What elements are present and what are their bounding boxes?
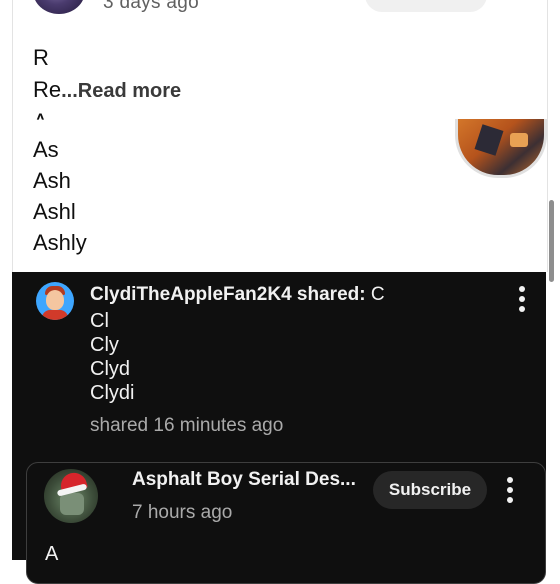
kebab-dot — [519, 286, 525, 292]
sharer-name[interactable]: ClydiTheAppleFan2K4 — [90, 284, 292, 305]
shared-label: shared: — [291, 284, 371, 305]
original-post-time: 7 hours ago — [132, 502, 233, 523]
shared-line: Cl — [90, 310, 109, 332]
shared-line: Cly — [90, 334, 119, 356]
subscribe-button[interactable]: Subscribe — [373, 471, 487, 509]
post-line: Ashly — [33, 230, 87, 255]
shared-post-card: ClydiTheAppleFan2K4 shared: C Cl Cly Cly… — [12, 272, 546, 584]
shared-time: shared 16 minutes ago — [90, 415, 284, 436]
shared-header: ClydiTheAppleFan2K4 shared: C — [90, 284, 385, 306]
more-vert-icon[interactable] — [506, 477, 514, 503]
post-line: Ash — [33, 168, 71, 193]
top-post-avatar[interactable] — [33, 0, 85, 14]
kebab-dot — [519, 296, 525, 302]
scrollbar[interactable] — [549, 200, 554, 282]
original-post-text: A — [45, 543, 59, 565]
post-line: Ashl — [33, 199, 76, 224]
avatar-face — [46, 290, 64, 310]
read-more-link[interactable]: ...Read more — [61, 80, 181, 102]
thumbnail-figure — [510, 133, 528, 147]
thumbnail-figure — [474, 124, 504, 156]
shared-line: Clyd — [90, 358, 131, 380]
original-author-avatar[interactable] — [44, 469, 98, 523]
post-line-with-read-more: Re...Read more — [33, 78, 181, 103]
original-author-name[interactable]: Asphalt Boy Serial Des... — [132, 469, 356, 491]
post-line: A — [33, 109, 48, 134]
post-line: R — [33, 45, 49, 70]
avatar-face — [60, 493, 84, 515]
post-line: As — [33, 137, 59, 162]
original-post-card[interactable]: Asphalt Boy Serial Des... 7 hours ago Su… — [26, 462, 546, 584]
more-vert-icon[interactable] — [518, 286, 526, 312]
shared-line: Clydi — [90, 382, 135, 404]
sharer-avatar[interactable] — [36, 282, 74, 320]
kebab-dot — [507, 487, 513, 493]
top-post-subscribe-pill[interactable] — [365, 0, 487, 12]
post-line: Re — [33, 77, 62, 102]
kebab-dot — [519, 306, 525, 312]
top-post-time: 3 days ago — [103, 0, 199, 13]
avatar-body — [42, 310, 68, 320]
kebab-dot — [507, 477, 513, 483]
kebab-dot — [507, 497, 513, 503]
shared-first-text: C — [370, 284, 385, 305]
